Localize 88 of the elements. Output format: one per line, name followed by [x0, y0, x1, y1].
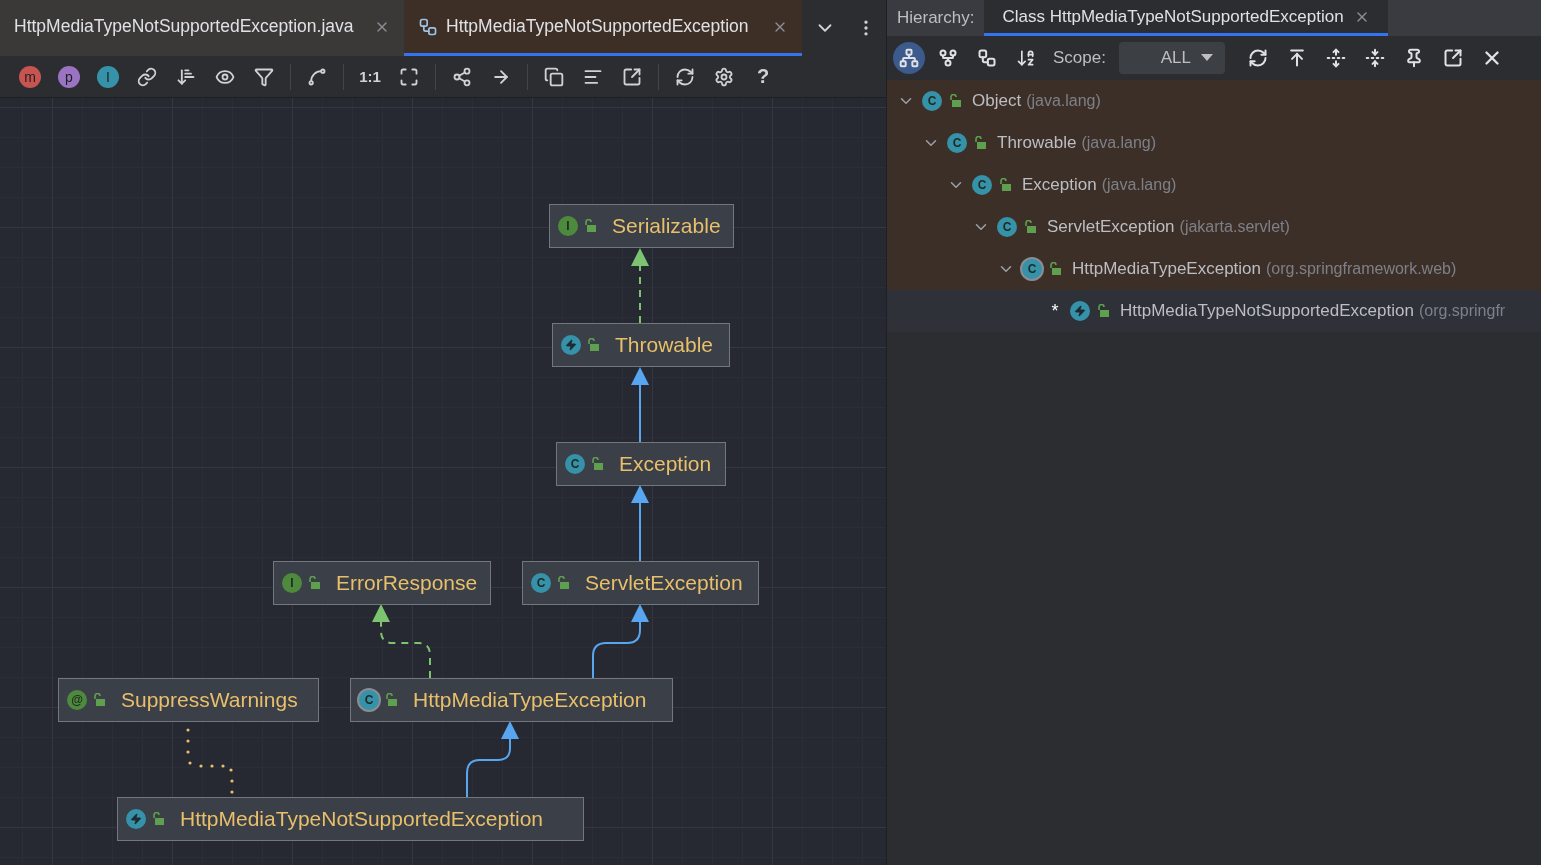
link-icon[interactable]	[137, 66, 157, 87]
dropdown-caret-icon	[1200, 54, 1213, 62]
sort-alpha-icon[interactable]	[1016, 48, 1036, 68]
hierarchy-view-button[interactable]	[893, 42, 925, 74]
current-marker: *	[1050, 300, 1060, 322]
tree-row[interactable]: * HttpMediaTypeNotSupportedException (org.springfr	[887, 290, 1541, 332]
class-name: ServletException	[1047, 217, 1175, 237]
unlock-icon	[591, 457, 603, 471]
class-node[interactable]: @ SuppressWarnings	[58, 678, 319, 722]
unlock-icon	[1024, 220, 1036, 234]
abstract-class-icon: C	[1022, 259, 1042, 279]
interface-icon: I	[558, 216, 578, 236]
unlock-icon	[1097, 304, 1109, 318]
interface-icon: I	[282, 573, 302, 593]
class-name: Object	[972, 91, 1022, 111]
scope-label: Scope:	[1053, 48, 1106, 68]
editor-tab[interactable]: HttpMediaTypeNotSupportedException.java	[0, 0, 404, 56]
hierarchy-tab[interactable]: Class HttpMediaTypeNotSupportedException	[984, 0, 1388, 36]
unlock-icon	[974, 136, 986, 150]
exception-class-icon	[126, 809, 146, 829]
class-node[interactable]: HttpMediaTypeNotSupportedException	[117, 797, 584, 841]
unlock-icon	[385, 693, 397, 707]
tree-row[interactable]: C Object (java.lang)	[887, 80, 1541, 122]
package-name: (java.lang)	[1026, 92, 1101, 110]
editor-tab[interactable]: HttpMediaTypeNotSupportedException	[404, 0, 802, 56]
class-icon: C	[565, 454, 585, 474]
filter-icon[interactable]	[254, 66, 274, 87]
package-name: (java.lang)	[1101, 176, 1177, 194]
class-node[interactable]: I ErrorResponse	[273, 561, 491, 605]
expand-all-icon[interactable]	[1325, 48, 1346, 68]
hierarchy-icon	[899, 48, 919, 68]
unlock-icon	[557, 576, 569, 590]
dotted-connector	[186, 728, 234, 794]
package-name: (org.springframework.web)	[1266, 260, 1457, 278]
tree-row[interactable]: C ServletException (jakarta.servlet)	[887, 206, 1541, 248]
settings-icon[interactable]	[714, 66, 734, 87]
class-icon: C	[972, 175, 992, 195]
unlock-icon	[152, 812, 164, 826]
class-name: Throwable	[997, 133, 1077, 153]
class-icon: C	[947, 133, 967, 153]
package-name: (java.lang)	[1081, 134, 1157, 152]
unlock-icon	[1049, 262, 1061, 276]
scope-dropdown[interactable]: ALL	[1118, 42, 1225, 74]
class-icon: C	[922, 91, 942, 111]
unlock-icon	[308, 576, 320, 590]
fork-icon	[938, 48, 958, 68]
member-filter-icon[interactable]: m	[19, 65, 41, 88]
tree-row[interactable]: C HttpMediaTypeException (org.springframework.web)	[887, 248, 1541, 290]
refresh-icon[interactable]	[675, 66, 695, 87]
annotation-icon: @	[67, 690, 87, 710]
hierarchy-label: Hierarchy:	[896, 7, 976, 29]
export-icon[interactable]	[1442, 48, 1463, 68]
actual-size-button[interactable]: 1:1	[354, 60, 386, 93]
class-name: HttpMediaTypeException	[1072, 259, 1261, 279]
unlock-icon	[93, 693, 105, 707]
class-node[interactable]: I Serializable	[549, 204, 734, 248]
collapse-all-icon[interactable]	[1364, 48, 1385, 68]
unlock-icon	[584, 219, 596, 233]
class-node[interactable]: C HttpMediaTypeException	[350, 678, 673, 722]
class-icon: C	[531, 573, 551, 593]
abstract-class-icon: C	[359, 690, 379, 710]
tree-row[interactable]: C Exception (java.lang)	[887, 164, 1541, 206]
member-filter-icon[interactable]: I	[97, 65, 119, 88]
unlock-icon	[999, 178, 1011, 192]
package-name: (org.springfr	[1418, 302, 1506, 320]
exception-class-icon	[1070, 301, 1090, 321]
unlock-icon	[949, 94, 961, 108]
class-node[interactable]: C Exception	[556, 442, 726, 486]
diagram-icon	[418, 16, 438, 37]
member-filter-icon[interactable]: p	[58, 65, 80, 88]
sort-icon[interactable]	[176, 66, 196, 87]
unlock-icon	[587, 338, 599, 352]
exception-class-icon	[561, 335, 581, 355]
class-node[interactable]: Throwable	[552, 323, 730, 367]
class-node[interactable]: C ServletException	[522, 561, 759, 605]
layout-icon[interactable]	[452, 66, 472, 87]
class-name: Exception	[1022, 175, 1097, 195]
route-icon[interactable]	[307, 66, 327, 87]
help-button[interactable]: ?	[747, 60, 779, 93]
tree-row[interactable]: C Throwable (java.lang)	[887, 122, 1541, 164]
flow-icon	[977, 48, 997, 68]
class-name: HttpMediaTypeNotSupportedException	[1120, 301, 1414, 321]
copy-icon[interactable]	[544, 66, 564, 87]
export-icon[interactable]	[622, 66, 642, 87]
fit-icon[interactable]	[399, 66, 419, 87]
package-name: (jakarta.servlet)	[1179, 218, 1290, 236]
refresh-icon[interactable]	[1247, 48, 1268, 68]
class-icon: C	[997, 217, 1017, 237]
